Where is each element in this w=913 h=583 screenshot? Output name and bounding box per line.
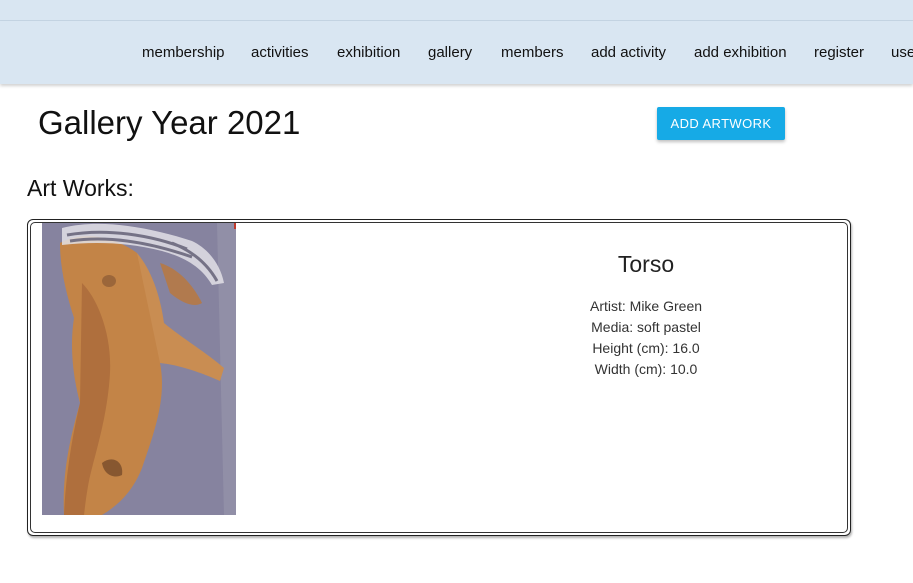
nav-add-activity[interactable]: add activity xyxy=(591,44,666,61)
nav-gallery[interactable]: gallery xyxy=(428,44,472,61)
nav-members[interactable]: members xyxy=(501,44,564,61)
add-artwork-button[interactable]: ADD ARTWORK xyxy=(657,107,785,140)
main-navbar: membership activities exhibition gallery… xyxy=(0,21,913,84)
artwork-height: Height (cm): 16.0 xyxy=(592,340,700,356)
nav-activities[interactable]: activities xyxy=(251,44,309,61)
nav-user[interactable]: use xyxy=(891,44,913,61)
artwork-card-inner: Torso Artist: Mike Green Media: soft pas… xyxy=(30,222,848,533)
artwork-width: Width (cm): 10.0 xyxy=(594,361,698,377)
artwork-title: Torso xyxy=(617,251,675,277)
section-title-art-works: Art Works: xyxy=(27,175,134,201)
artwork-card: Torso Artist: Mike Green Media: soft pas… xyxy=(27,219,851,536)
page-title: Gallery Year 2021 xyxy=(38,104,301,141)
nav-add-exhibition[interactable]: add exhibition xyxy=(694,44,787,61)
nav-membership[interactable]: membership xyxy=(142,44,225,61)
nav-exhibition[interactable]: exhibition xyxy=(337,44,400,61)
nav-register[interactable]: register xyxy=(814,44,864,61)
artwork-details: Artist: Mike Green Media: soft pastel He… xyxy=(511,296,781,380)
artwork-media: Media: soft pastel xyxy=(591,319,701,335)
artwork-image xyxy=(42,223,236,515)
browser-top-strip xyxy=(0,0,913,21)
artwork-artist: Artist: Mike Green xyxy=(589,298,703,314)
